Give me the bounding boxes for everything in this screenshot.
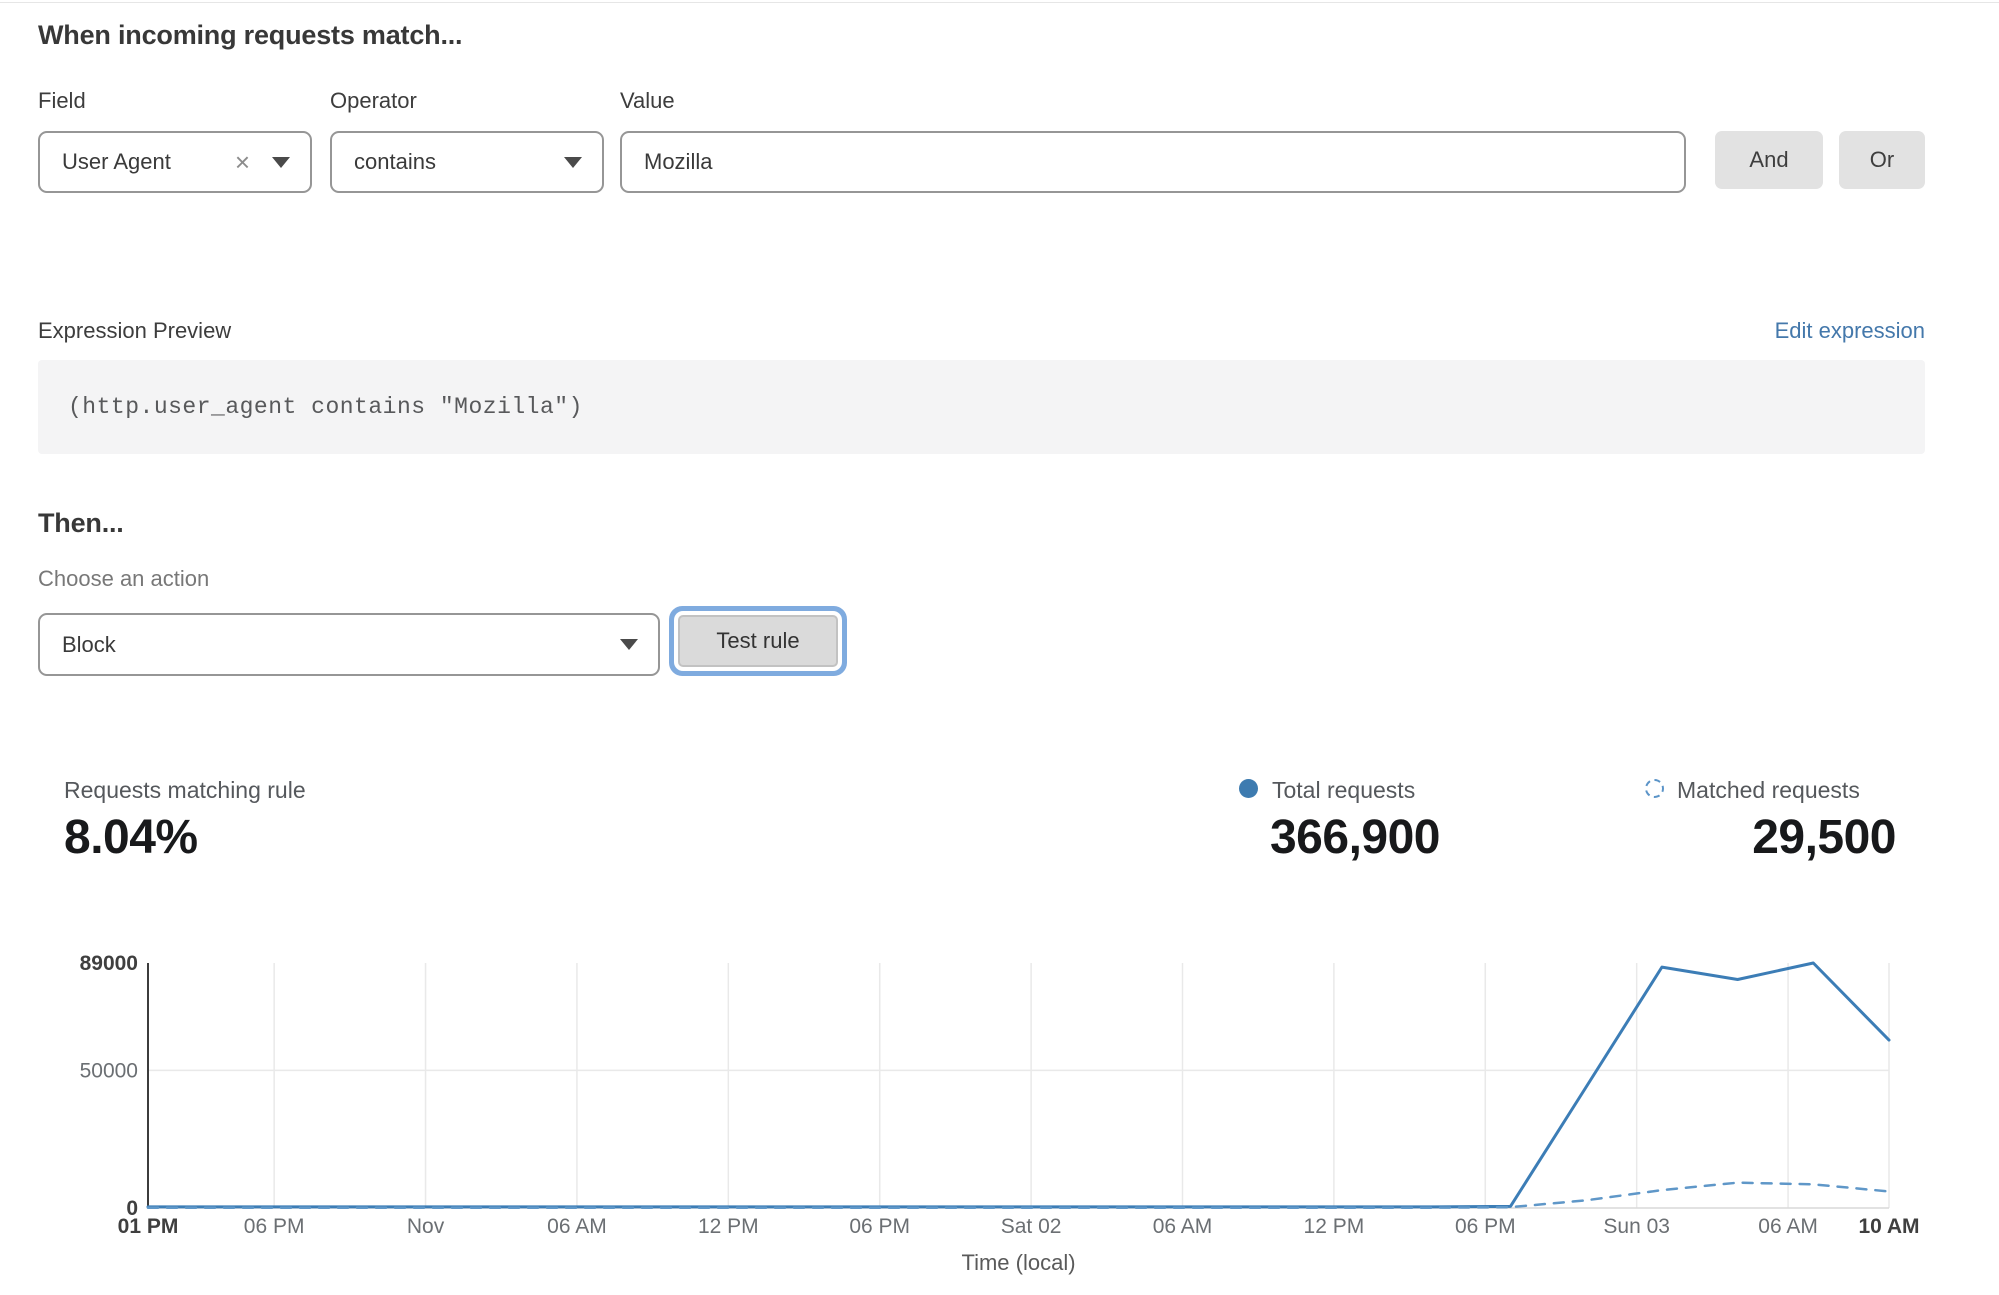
action-select-value: Block xyxy=(62,632,116,658)
y-tick-label: 50000 xyxy=(80,1059,138,1082)
total-requests-line xyxy=(148,963,1889,1207)
x-tick-label: 06 PM xyxy=(244,1215,305,1238)
expression-code: (http.user_agent contains "Mozilla") xyxy=(68,394,583,420)
operator-select-value: contains xyxy=(354,149,436,175)
y-tick-label: 89000 xyxy=(80,952,138,975)
expression-preview-label: Expression Preview xyxy=(38,318,231,344)
then-title: Then... xyxy=(38,508,124,539)
total-requests-label: Total requests xyxy=(1272,777,1415,804)
or-button[interactable]: Or xyxy=(1839,131,1925,189)
x-tick-label: Sat 02 xyxy=(1001,1215,1062,1238)
value-input[interactable] xyxy=(620,131,1686,193)
operator-caret-icon[interactable] xyxy=(564,157,582,168)
test-rule-button[interactable]: Test rule xyxy=(678,615,838,667)
x-tick-label: 10 AM xyxy=(1858,1215,1919,1238)
x-tick-label: 12 PM xyxy=(698,1215,759,1238)
matched-requests-value: 29,500 xyxy=(1556,810,1896,865)
total-requests-value: 366,900 xyxy=(1100,810,1440,865)
when-match-title: When incoming requests match... xyxy=(38,20,462,51)
rule-builder-page: When incoming requests match... Field Op… xyxy=(0,0,1999,1295)
operator-select[interactable]: contains xyxy=(330,131,604,193)
x-tick-label: 06 PM xyxy=(1455,1215,1516,1238)
choose-action-label: Choose an action xyxy=(38,566,209,592)
requests-matching-label: Requests matching rule xyxy=(64,777,306,804)
x-tick-label: 06 AM xyxy=(1758,1215,1818,1238)
matched-requests-line xyxy=(148,1183,1889,1208)
and-button[interactable]: And xyxy=(1715,131,1823,189)
x-tick-label: 01 PM xyxy=(118,1215,179,1238)
total-requests-dot-icon xyxy=(1239,779,1258,798)
edit-expression-link[interactable]: Edit expression xyxy=(1775,318,1925,344)
matched-requests-dashed-circle-icon xyxy=(1645,779,1664,798)
x-tick-label: 06 PM xyxy=(849,1215,910,1238)
x-tick-label: Nov xyxy=(407,1215,445,1238)
action-caret-icon[interactable] xyxy=(620,639,638,650)
top-divider xyxy=(0,2,1999,3)
field-select[interactable]: User Agent × xyxy=(38,131,312,193)
x-tick-label: 06 AM xyxy=(547,1215,607,1238)
field-remove-icon[interactable]: × xyxy=(235,149,250,175)
x-tick-label: Sun 03 xyxy=(1603,1215,1670,1238)
requests-chart: 8900050000001 PM06 PMNov06 AM12 PM06 PMS… xyxy=(0,935,1999,1295)
expression-preview-box: (http.user_agent contains "Mozilla") xyxy=(38,360,1925,454)
value-label: Value xyxy=(620,88,675,114)
x-tick-label: 12 PM xyxy=(1304,1215,1365,1238)
field-caret-icon[interactable] xyxy=(272,157,290,168)
x-axis-title: Time (local) xyxy=(961,1250,1075,1275)
field-select-value: User Agent xyxy=(62,149,171,175)
matched-requests-label: Matched requests xyxy=(1677,777,1860,804)
field-label: Field xyxy=(38,88,86,114)
x-tick-label: 06 AM xyxy=(1153,1215,1213,1238)
operator-label: Operator xyxy=(330,88,417,114)
action-select[interactable]: Block xyxy=(38,613,660,676)
requests-matching-value: 8.04% xyxy=(64,810,198,865)
